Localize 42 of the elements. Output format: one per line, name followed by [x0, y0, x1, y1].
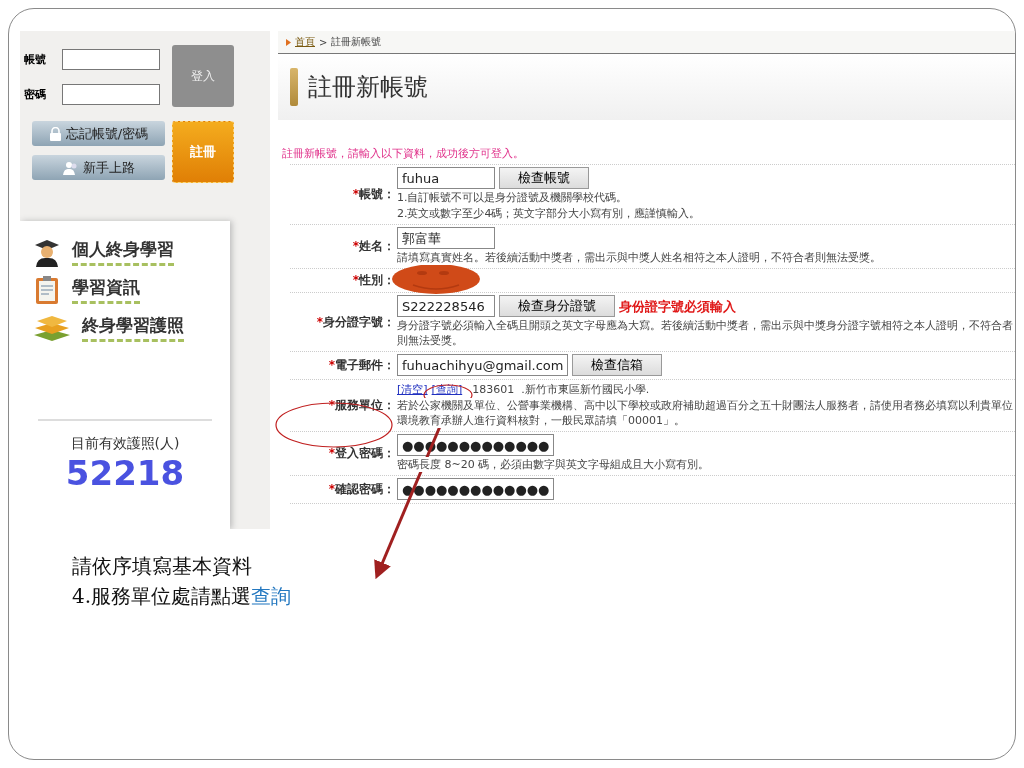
home-link[interactable]: 首頁 — [295, 35, 315, 49]
check-button[interactable]: 檢查身分證號 — [499, 295, 615, 317]
form-label: *姓名： — [352, 238, 395, 255]
selected-unit: 183601 .新竹市東區新竹國民小學. — [472, 382, 650, 397]
input-field[interactable]: fuhua — [397, 167, 495, 189]
chevron-icon — [286, 38, 291, 46]
caption-line: 請依序填寫基本資料 — [72, 553, 253, 580]
field-note: 身分證字號必須輸入全碼且開頭之英文字母應為大寫。若後續活動中獎者，需出示與中獎身分證字號相符之本人證明，不符合者則無法受獎。 — [397, 318, 1015, 348]
lock-icon — [48, 126, 62, 141]
form-label: *帳號： — [352, 186, 395, 203]
people-icon — [62, 160, 79, 175]
passport-count: 52218 — [65, 453, 185, 493]
breadcrumb-current: 註冊新帳號 — [331, 35, 382, 49]
menu-item[interactable]: 終身學習護照 — [20, 309, 230, 347]
input-field[interactable] — [62, 84, 160, 105]
input-field[interactable]: 郭富華 — [397, 227, 495, 249]
forgot-password-button[interactable]: 忘記帳號/密碼 — [32, 121, 165, 146]
input-field[interactable] — [62, 49, 160, 70]
text-link[interactable]: [查詢] — [431, 382, 463, 397]
input-field[interactable]: S222228546 — [397, 295, 495, 317]
field-label: 帳號 — [24, 52, 47, 67]
form-label: *電子郵件： — [328, 357, 395, 374]
form-label: *登入密碼： — [328, 445, 395, 462]
form-label: *確認密碼： — [328, 481, 395, 498]
breadcrumb-separator: > — [319, 36, 328, 48]
menu-item[interactable]: 學習資訊 — [20, 271, 230, 309]
form-label: *身分證字號： — [316, 313, 395, 331]
caption-line: 4.服務單位處請點選查詢 — [72, 583, 293, 610]
error-message: 身份證字號必須輸入 — [619, 298, 736, 314]
title-accent — [290, 68, 298, 106]
page-title: 註冊新帳號 — [308, 72, 428, 103]
field-note: 若於公家機關及單位、公營事業機構、高中以下學校或政府補助超過百分之五十財團法人服務者，請使用者務必填寫以利貴單位環境教育承辦人進行資料核對，一般民眾請填「00001」。 — [397, 398, 1015, 428]
form-label: *性別： — [352, 272, 395, 289]
check-button[interactable]: 檢查帳號 — [499, 167, 589, 189]
passport-count-label: 目前有效護照(人) — [70, 435, 180, 453]
field-label: 密碼 — [24, 87, 47, 102]
check-button[interactable]: 檢查信箱 — [572, 354, 663, 376]
menu-item[interactable]: 個人終身學習 — [20, 233, 230, 271]
text-link[interactable]: [清空] — [397, 382, 428, 397]
input-field[interactable]: fuhuachihyu@gmail.com — [397, 354, 569, 376]
intro-text: 註冊新帳號，請輸入以下資料，成功後方可登入。 — [282, 146, 525, 161]
guide-button[interactable]: 新手上路 — [32, 155, 165, 180]
